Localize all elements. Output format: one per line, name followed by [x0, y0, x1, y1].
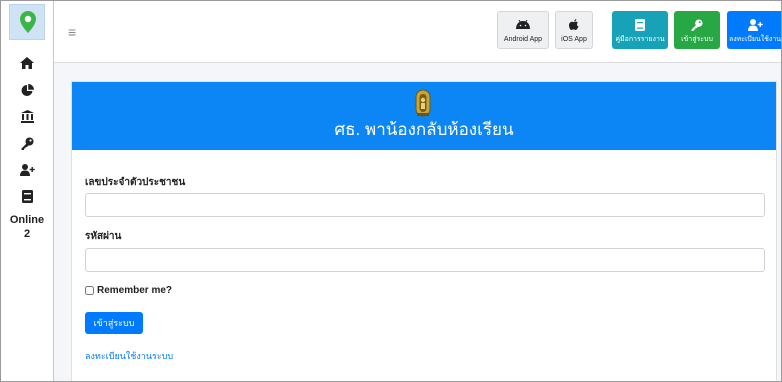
sidebar: Online 2	[1, 1, 54, 381]
sidebar-item-home[interactable]	[15, 54, 39, 72]
register-link[interactable]: ลงทะเบียนใช้งานระบบ	[85, 349, 173, 363]
android-app-button[interactable]: Android App	[497, 11, 549, 49]
login-button[interactable]: เข้าสู่ระบบ	[85, 312, 143, 334]
online-count: 2	[23, 228, 31, 240]
key-icon	[21, 137, 33, 150]
password-input[interactable]	[85, 248, 765, 272]
card-header: ศธ. พาน้องกลับห้องเรียน	[72, 82, 776, 150]
sidebar-item-manual[interactable]	[15, 187, 39, 205]
user-plus-icon	[747, 18, 763, 31]
bank-icon	[20, 109, 34, 123]
login-nav-button[interactable]: เข้าสู่ระบบ	[674, 11, 720, 49]
app-window: Online 2 ≡ Android App iOS App คู่มือการ…	[0, 0, 782, 382]
key-icon	[691, 18, 703, 31]
home-icon	[20, 57, 34, 69]
sidebar-item-register[interactable]	[15, 161, 39, 179]
ios-app-label: iOS App	[561, 35, 587, 43]
map-pin-logo-icon	[20, 11, 36, 33]
android-app-label: Android App	[503, 35, 543, 43]
page-title: ศธ. พาน้องกลับห้องเรียน	[334, 120, 514, 139]
id-label: เลขประจำตัวประชาชน	[85, 177, 186, 188]
register-nav-label: ลงทะเบียนใช้งาน	[728, 35, 782, 43]
sidebar-item-login[interactable]	[15, 134, 39, 152]
ios-app-button[interactable]: iOS App	[555, 11, 593, 49]
book-icon	[21, 189, 33, 203]
sidebar-item-school[interactable]	[15, 107, 39, 125]
register-nav-button[interactable]: ลงทะเบียนใช้งาน	[727, 11, 782, 49]
citizen-id-input[interactable]	[85, 193, 765, 217]
book-icon	[635, 18, 645, 31]
apple-icon	[569, 18, 579, 30]
android-icon	[516, 20, 530, 29]
ministry-emblem-icon	[415, 89, 431, 117]
remember-me[interactable]: Remember me?	[85, 285, 172, 296]
menu-toggle-icon[interactable]: ≡	[68, 25, 76, 39]
brand-logo[interactable]	[9, 4, 45, 40]
sidebar-item-chart[interactable]	[15, 81, 39, 99]
report-manual-button[interactable]: คู่มือการรายงาน	[612, 11, 668, 49]
login-nav-label: เข้าสู่ระบบ	[681, 35, 713, 43]
remember-me-checkbox[interactable]	[85, 286, 94, 295]
chart-pie-icon	[21, 83, 34, 96]
user-plus-icon	[19, 164, 35, 176]
online-label: Online	[9, 214, 45, 226]
report-manual-label: คู่มือการรายงาน	[615, 35, 665, 43]
password-label: รหัสผ่าน	[85, 231, 122, 242]
top-navbar: ≡ Android App iOS App คู่มือการรายงาน เข…	[54, 1, 782, 63]
login-card: ศธ. พาน้องกลับห้องเรียน เลขประจำตัวประชา…	[71, 81, 777, 381]
remember-me-label: Remember me?	[97, 285, 173, 296]
